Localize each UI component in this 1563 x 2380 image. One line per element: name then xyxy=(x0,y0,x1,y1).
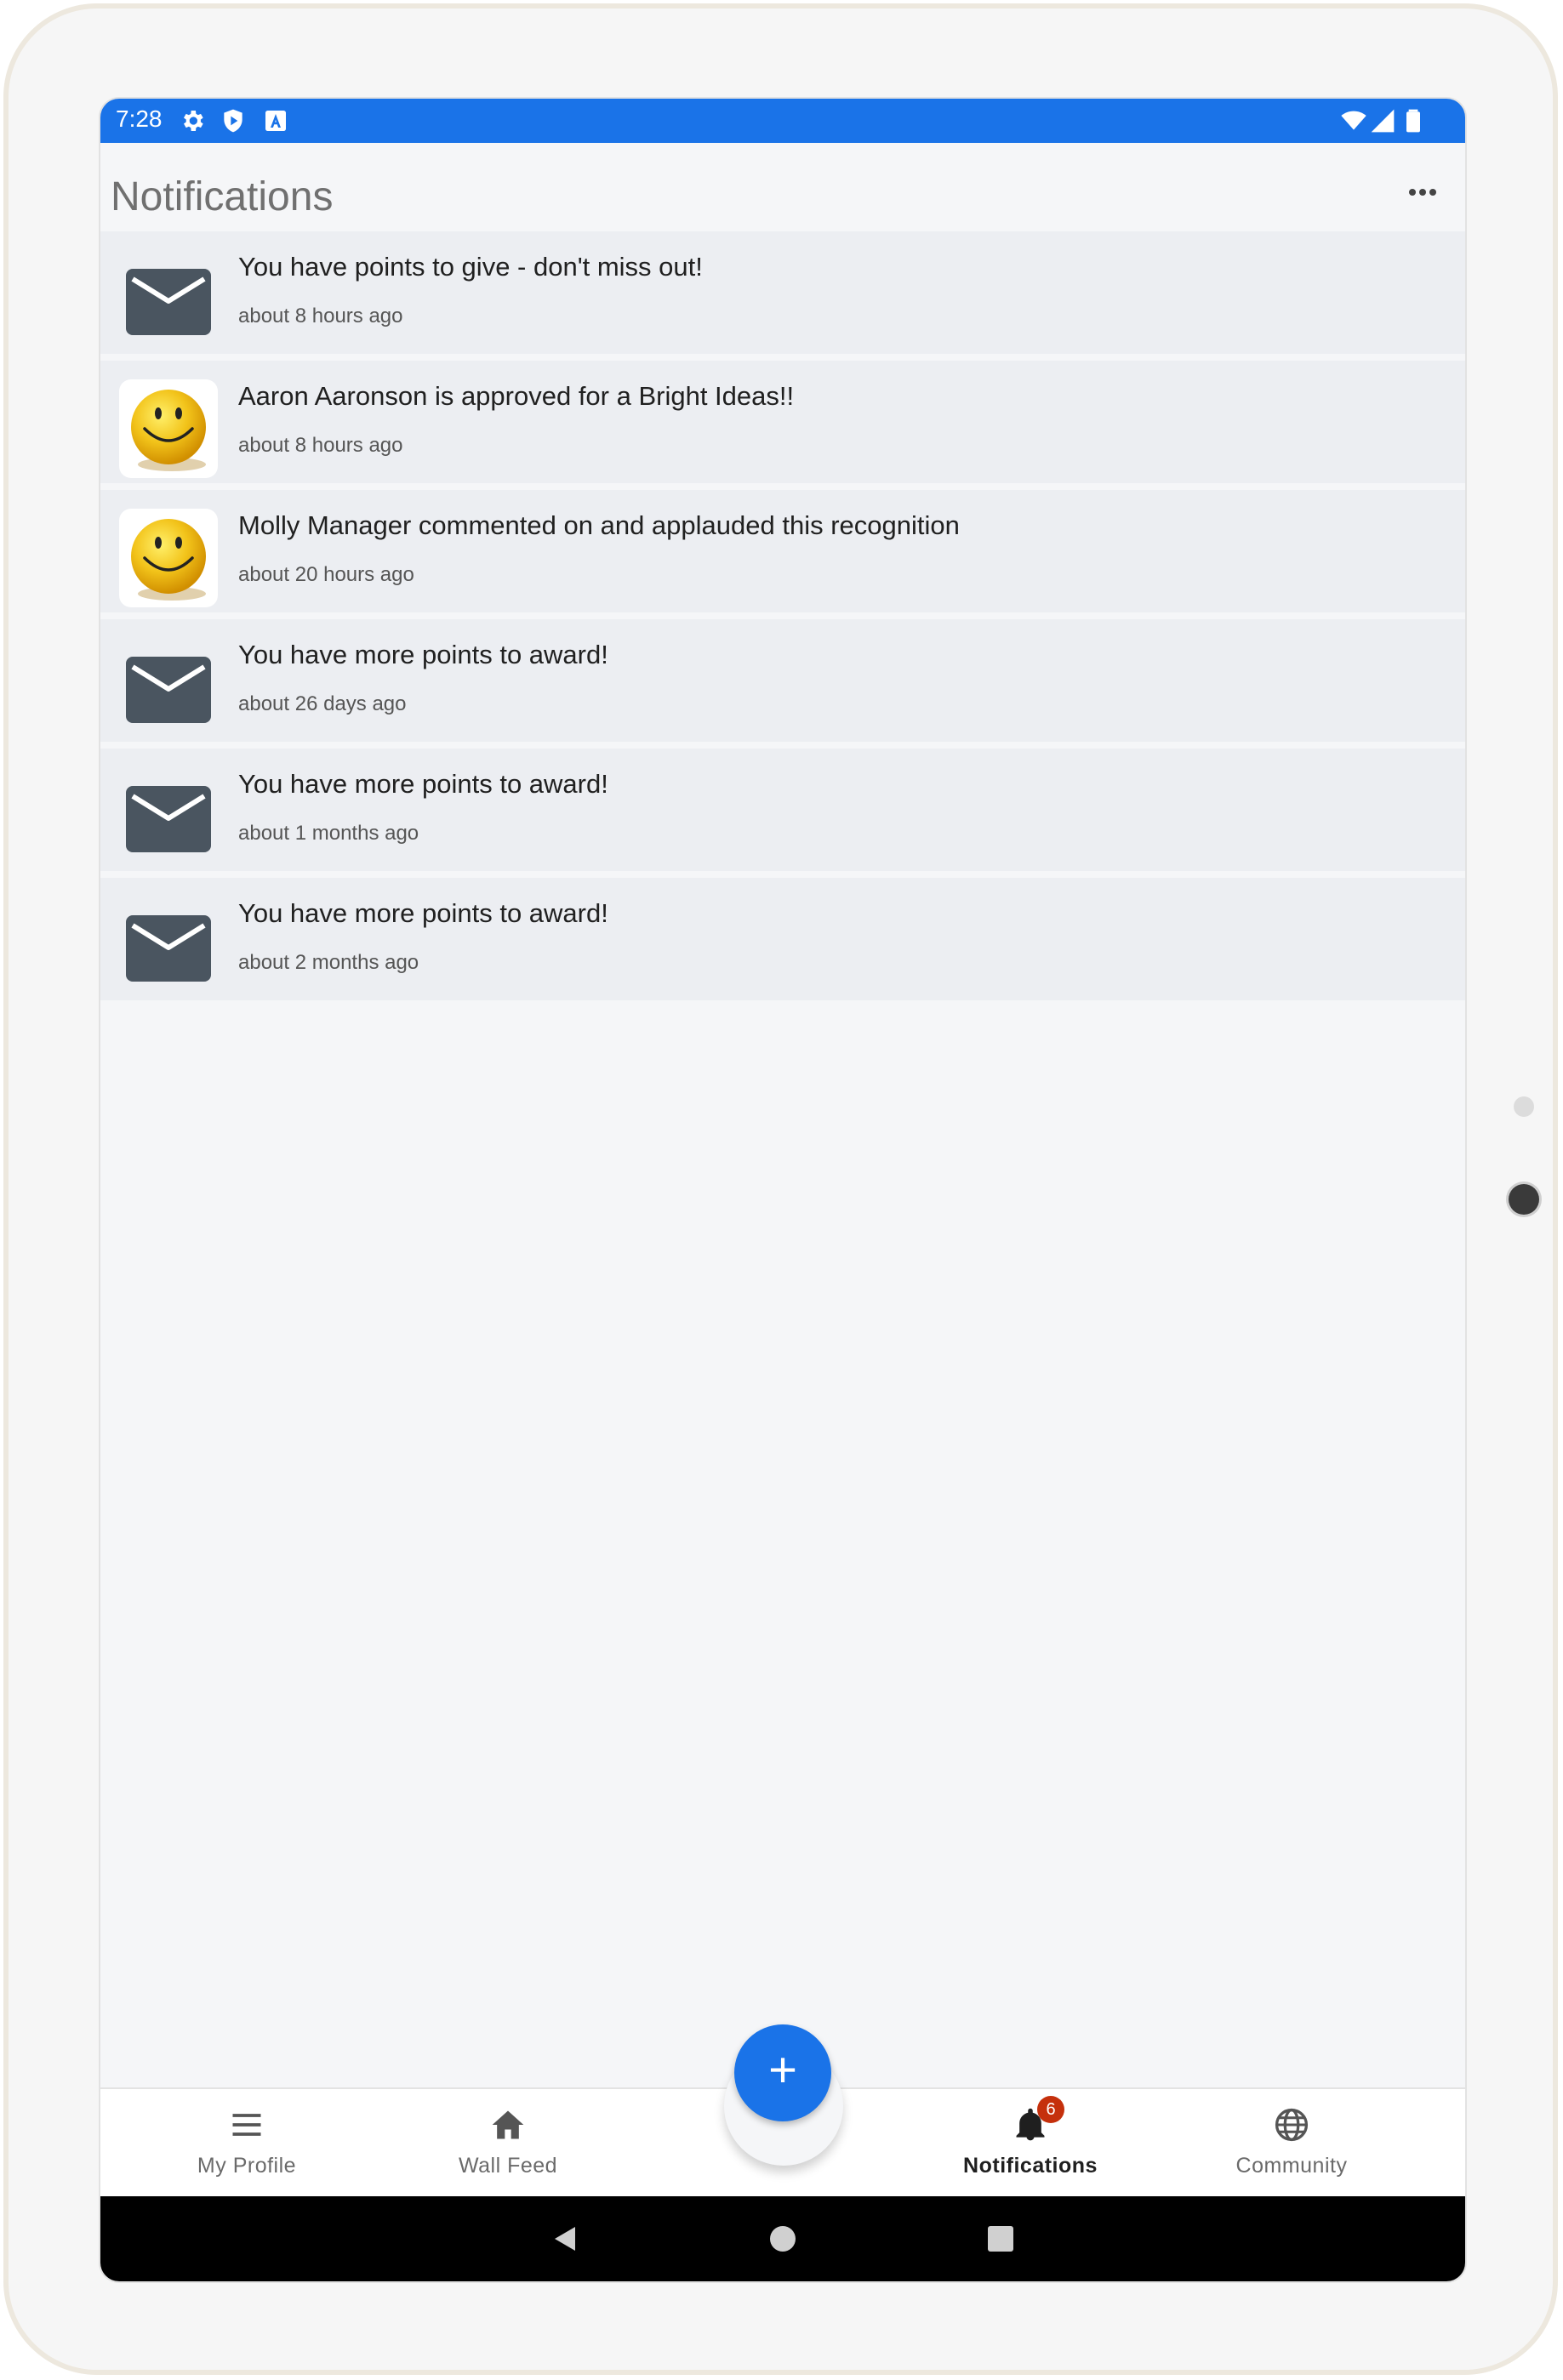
battery-icon xyxy=(1406,109,1420,133)
mail-icon-container xyxy=(119,638,218,737)
back-icon[interactable] xyxy=(550,2223,580,2254)
avatar xyxy=(119,379,218,478)
status-time: 7:28 xyxy=(116,105,163,132)
notification-title: Molly Manager commented on and applauded… xyxy=(238,510,960,540)
notification-badge: 6 xyxy=(1037,2096,1064,2123)
wifi-icon xyxy=(1341,111,1366,130)
notification-time: about 8 hours ago xyxy=(238,305,403,327)
add-icon: + xyxy=(768,2042,797,2098)
notification-title: You have more points to award! xyxy=(238,898,608,928)
mail-icon xyxy=(126,915,211,982)
notification-time: about 8 hours ago xyxy=(238,434,403,457)
nav-wall-feed[interactable]: Wall Feed xyxy=(380,2089,636,2196)
notification-title: You have more points to award! xyxy=(238,769,608,799)
mail-icon-container xyxy=(119,250,218,349)
recents-icon[interactable] xyxy=(985,2223,1016,2254)
notification-item[interactable]: Aaron Aaronson is approved for a Bright … xyxy=(100,361,1465,483)
nav-label: Notifications xyxy=(963,2154,1098,2178)
gear-icon xyxy=(184,111,203,131)
notification-item[interactable]: You have more points to award! about 1 mo… xyxy=(100,749,1465,871)
notification-title: You have points to give - don't miss out… xyxy=(238,252,703,282)
a-badge-icon xyxy=(265,111,286,131)
page-title: Notifications xyxy=(111,174,334,219)
notification-time: about 2 months ago xyxy=(238,951,419,974)
notification-time: about 20 hours ago xyxy=(238,563,414,586)
nav-label: Community xyxy=(1235,2154,1348,2178)
notification-item[interactable]: Molly Manager commented on and applauded… xyxy=(100,490,1465,612)
system-navigation-bar xyxy=(100,2196,1465,2281)
notification-item[interactable]: You have more points to award! about 2 mo… xyxy=(100,878,1465,1000)
status-bar: 7:28 xyxy=(100,99,1465,143)
sensor-dot xyxy=(1514,1096,1534,1117)
add-button[interactable]: + xyxy=(734,2024,831,2121)
shield-play-icon xyxy=(224,109,242,133)
mail-icon xyxy=(126,269,211,335)
notification-item[interactable]: You have more points to award! about 26 d… xyxy=(100,619,1465,742)
notification-time: about 1 months ago xyxy=(238,822,419,845)
app-bar: Notifications xyxy=(100,143,1465,238)
avatar xyxy=(119,509,218,607)
globe-icon xyxy=(1275,2108,1309,2142)
signal-icon xyxy=(1371,109,1395,133)
notification-item[interactable]: You have points to give - don't miss out… xyxy=(100,231,1465,354)
nav-community[interactable]: Community xyxy=(1164,2089,1419,2196)
nav-label: My Profile xyxy=(197,2154,297,2178)
camera-lens xyxy=(1509,1184,1539,1215)
notification-time: about 26 days ago xyxy=(238,692,407,715)
notification-title: Aaron Aaronson is approved for a Bright … xyxy=(238,381,795,411)
notification-title: You have more points to award! xyxy=(238,640,608,669)
more-horizontal-icon[interactable] xyxy=(1397,177,1448,208)
home-icon xyxy=(492,2110,524,2139)
home-circle-icon[interactable] xyxy=(767,2223,798,2254)
smiley-avatar xyxy=(131,519,206,601)
mail-icon-container xyxy=(119,897,218,995)
smiley-avatar xyxy=(131,390,206,471)
nav-my-profile[interactable]: My Profile xyxy=(119,2089,374,2196)
menu-icon xyxy=(232,2114,261,2136)
nav-notifications[interactable]: 6 Notifications xyxy=(903,2089,1158,2196)
nav-label: Wall Feed xyxy=(458,2154,558,2178)
mail-icon xyxy=(126,657,211,723)
app-screen: 7:28 Notifications You have points to gi… xyxy=(100,99,1465,2281)
mail-icon-container xyxy=(119,767,218,866)
mail-icon xyxy=(126,786,211,852)
notification-list: You have points to give - don't miss out… xyxy=(100,231,1465,1007)
